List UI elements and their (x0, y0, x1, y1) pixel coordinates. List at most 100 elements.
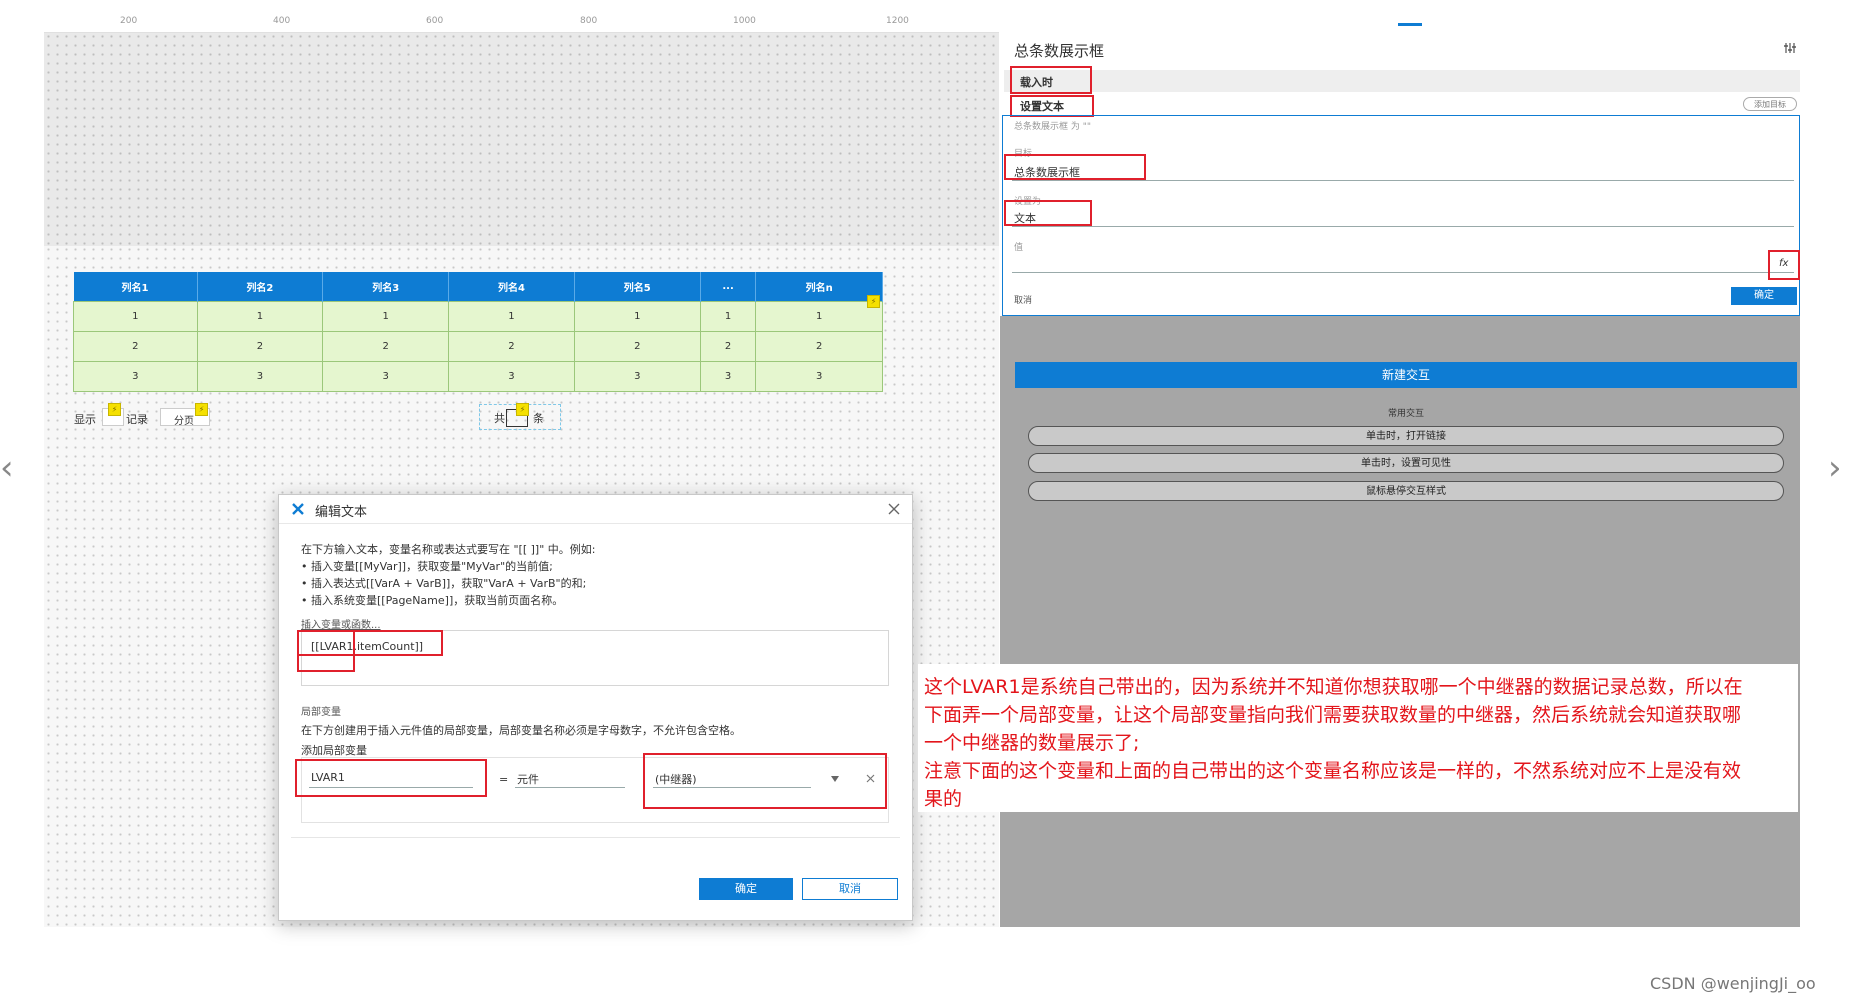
column-header: 列名1 (73, 272, 198, 302)
highlight-box (1010, 95, 1094, 117)
common-interaction-open-link[interactable]: 单击时，打开链接 (1028, 426, 1784, 446)
ruler-label: 1200 (886, 16, 909, 26)
axure-logo-icon (292, 503, 304, 515)
dialog-example: • 插入系统变量[[PageName]]，获取当前页面名称。 (301, 594, 564, 607)
dialog-title: 编辑文本 (315, 505, 368, 520)
table-cell: 2 (73, 331, 198, 362)
column-header: 列名n (755, 272, 883, 302)
pager-show-label: 显示 (74, 413, 96, 426)
ok-button[interactable]: 确定 (699, 878, 793, 900)
chevron-left-icon[interactable]: ‹ (0, 448, 14, 488)
horizontal-ruler: 200 400 600 800 1000 1200 (44, 14, 999, 33)
equals-sign: = (499, 773, 509, 786)
table-row[interactable]: 3 3 3 3 3 3 3 (73, 361, 883, 392)
action-ok-button[interactable]: 确定 (1731, 287, 1797, 305)
lightning-icon: ⚡ (867, 295, 880, 308)
action-editor[interactable] (1002, 115, 1800, 316)
action-cancel-link[interactable]: 取消 (1014, 293, 1032, 306)
set-to-underline (1012, 226, 1794, 227)
total-suffix: 条 (533, 412, 544, 425)
cancel-button[interactable]: 取消 (802, 878, 898, 900)
annotation-line: 下面弄一个局部变量，让这个局部变量指向我们需要获取数量的中继器，然后系统就会知道… (924, 704, 1742, 726)
lightning-icon: ⚡ (195, 403, 208, 416)
new-interaction-button[interactable]: 新建交互 (1015, 362, 1797, 388)
add-target-button[interactable]: 添加目标 (1743, 97, 1797, 111)
table-cell: 1 (322, 301, 450, 332)
column-header: 列名2 (197, 272, 324, 302)
ruler-label: 200 (120, 16, 138, 26)
table-cell: 3 (573, 361, 701, 392)
table-cell: 2 (755, 331, 883, 362)
annotation-line: 果的 (924, 788, 963, 810)
dialog-titlebar[interactable]: 编辑文本 (279, 495, 912, 524)
annotation-line: 注意下面的这个变量和上面的自己带出的这个变量名称应该是一样的，不然系统对应不上是… (924, 760, 1742, 782)
annotation-line: 一个中继器的数量展示了; (924, 732, 1140, 754)
column-header: 列名4 (448, 272, 575, 302)
repeater-table[interactable]: 列名1 列名2 列名3 列名4 列名5 ... 列名n 1 1 1 1 1 1 … (73, 272, 883, 392)
table-cell: 1 (699, 301, 757, 332)
local-variable-type-underline (515, 787, 625, 788)
add-local-variable-link[interactable]: 添加局部变量 (301, 742, 367, 758)
ruler-label: 1000 (733, 16, 756, 26)
local-variable-description: 在下方创建用于插入元件值的局部变量，局部变量名称必须是字母数字，不允许包含空格。 (301, 724, 741, 737)
table-cell: 2 (196, 331, 324, 362)
table-row[interactable]: 2 2 2 2 2 2 2 (73, 331, 883, 362)
common-interaction-hover-style[interactable]: 鼠标悬停交互样式 (1028, 481, 1784, 501)
table-cell: 1 (73, 301, 198, 332)
dialog-example: • 插入表达式[[VarA + VarB]]，获取"VarA + VarB"的和… (301, 577, 587, 590)
table-cell: 2 (573, 331, 701, 362)
table-cell: 2 (448, 331, 575, 362)
table-cell: 1 (196, 301, 324, 332)
table-cell: 2 (699, 331, 757, 362)
highlight-box (297, 630, 355, 672)
table-cell: 1 (573, 301, 701, 332)
table-cell: 3 (73, 361, 198, 392)
target-underline (1012, 180, 1794, 181)
table-cell: 3 (448, 361, 575, 392)
table-cell: 1 (755, 301, 883, 332)
ruler-label: 600 (426, 16, 444, 26)
insert-variable-link[interactable]: 插入变量或函数... (301, 616, 381, 631)
watermark: CSDN @wenjingJi_oo (1650, 974, 1816, 993)
chevron-right-icon[interactable]: › (1828, 448, 1842, 488)
lightning-icon: ⚡ (108, 403, 121, 416)
settings-icon[interactable] (1784, 42, 1796, 54)
dialog-intro: 在下方输入文本，变量名称或表达式要写在 "[[ ]]" 中。例如: (301, 543, 596, 556)
event-row[interactable] (1004, 70, 1800, 92)
annotation-line: 这个LVAR1是系统自己带出的，因为系统并不知道你想获取哪一个中继器的数据记录总… (924, 676, 1743, 698)
dialog-example: • 插入变量[[MyVar]]，获取变量"MyVar"的当前值; (301, 560, 553, 573)
ruler-label: 400 (273, 16, 291, 26)
common-interactions-label: 常用交互 (1388, 409, 1425, 419)
value-label: 值 (1014, 243, 1024, 253)
highlight-box (1004, 154, 1146, 180)
highlight-box (295, 759, 487, 797)
table-cell: 3 (755, 361, 883, 392)
highlight-box (1768, 250, 1800, 280)
divider (291, 837, 900, 838)
highlight-box (643, 753, 887, 809)
lightning-icon: ⚡ (516, 403, 529, 416)
ruler-label: 800 (580, 16, 598, 26)
table-row[interactable]: 1 1 1 1 1 1 1 (73, 301, 883, 332)
table-header-row: 列名1 列名2 列名3 列名4 列名5 ... 列名n (73, 272, 883, 302)
scroll-indicator (1398, 23, 1422, 26)
highlight-box (1010, 66, 1092, 94)
column-header: 列名3 (322, 272, 450, 302)
total-prefix: 共 (494, 412, 505, 425)
pager-page-label: 分页 (174, 416, 194, 427)
table-cell: 3 (196, 361, 324, 392)
table-cell: 3 (699, 361, 757, 392)
edit-text-dialog[interactable]: 编辑文本 在下方输入文本，变量名称或表达式要写在 "[[ ]]" 中。例如: •… (278, 494, 913, 921)
table-cell: 1 (448, 301, 575, 332)
close-icon[interactable] (888, 503, 900, 515)
highlight-box (1004, 200, 1092, 226)
action-summary: 总条数展示框 为 "" (1014, 122, 1092, 132)
canvas-header-region (44, 32, 999, 246)
column-header: ... (700, 272, 757, 302)
pager-records-label: 记录 (126, 413, 148, 426)
common-interaction-visibility[interactable]: 单击时，设置可见性 (1028, 453, 1784, 473)
value-underline (1012, 272, 1794, 273)
table-cell: 2 (322, 331, 450, 362)
local-variable-type[interactable]: 元件 (517, 771, 539, 787)
table-cell: 3 (322, 361, 450, 392)
